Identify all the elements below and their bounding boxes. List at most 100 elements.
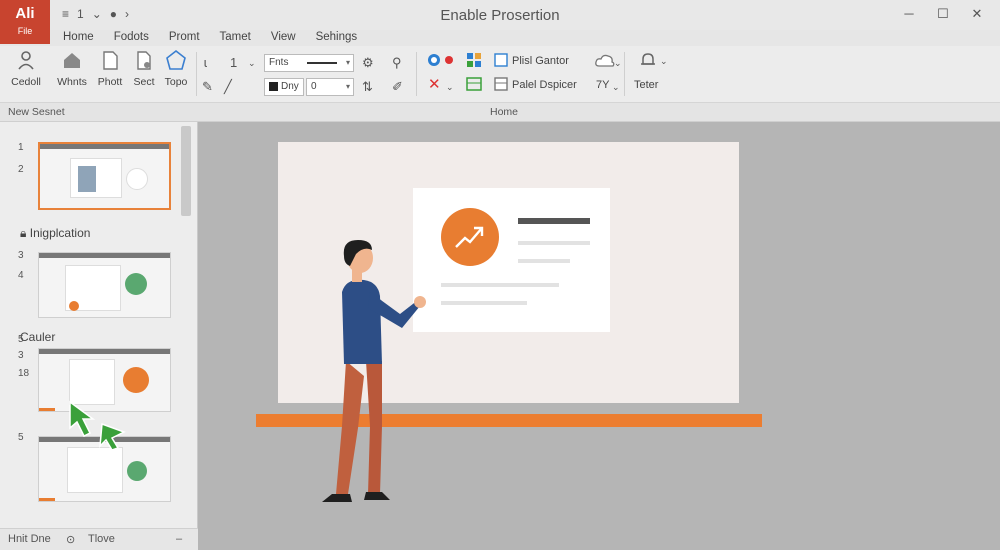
size-select[interactable]: 0 ▾ <box>306 78 354 96</box>
tab-promt[interactable]: Promt <box>161 29 208 45</box>
cloud-icon[interactable] <box>594 52 616 75</box>
seven-y-button[interactable]: 7Y <box>596 77 609 93</box>
home-icon <box>60 48 84 72</box>
panel-scrollbar[interactable] <box>181 126 191 216</box>
bell-icon[interactable] <box>638 50 658 75</box>
menu-tabs: Home Fodots Promt Tamet View Sehings <box>55 29 369 45</box>
search-icon[interactable]: ⚲ <box>392 54 402 72</box>
shape-icon <box>164 48 188 72</box>
table-icon[interactable] <box>466 76 482 97</box>
status-bar: Hnit Dne ⊙ Tlove – <box>0 528 198 550</box>
slide-number: 5 <box>18 432 24 443</box>
minimize-panel-button[interactable]: – <box>176 533 182 545</box>
whnts-label: Whnts <box>57 76 87 88</box>
trend-icon <box>441 208 499 266</box>
tab-view[interactable]: View <box>263 29 304 45</box>
picture-icon[interactable] <box>494 52 508 73</box>
grid-icon[interactable] <box>466 52 482 73</box>
window-controls: ─ ☐ ✕ <box>894 4 992 24</box>
cursor-icon <box>66 398 130 457</box>
card-heading-line <box>518 218 590 224</box>
ribbon-separator <box>416 52 417 96</box>
ribbon-group-bar: New Sesnet Home <box>0 102 1000 122</box>
chevron-down-icon[interactable]: ⌄ <box>614 54 622 72</box>
new-section-label[interactable]: New Sesnet <box>8 106 65 118</box>
replace-icon[interactable]: ⇅ <box>362 78 373 96</box>
ribbon-separator <box>196 52 197 96</box>
x-icon[interactable]: ✕ <box>428 76 441 94</box>
whnts-button[interactable]: Whnts <box>52 46 92 88</box>
chevron-down-icon[interactable]: ⌄ <box>248 54 256 72</box>
app-file-button[interactable]: Ali File <box>0 0 50 44</box>
bullet-icon[interactable]: ɩ <box>204 54 207 72</box>
card-text-line <box>518 241 590 245</box>
thumbnail-circle <box>123 367 149 393</box>
window-title: Enable Prosertion <box>440 7 560 24</box>
chevron-right-icon[interactable]: › <box>125 7 129 21</box>
cedoll-button[interactable]: Cedoll <box>6 46 46 88</box>
chevron-down-icon[interactable]: ⌄ <box>612 78 620 96</box>
thumbnail-circle <box>127 461 147 481</box>
teter-button[interactable]: Teter <box>634 77 658 93</box>
lock-icon: 🔒︎ <box>20 226 27 240</box>
thumbnail-photo <box>78 166 96 192</box>
slide-thumbnail-2[interactable] <box>38 252 171 318</box>
topo-button[interactable]: Topo <box>156 46 196 88</box>
undo-count[interactable]: 1 <box>77 7 84 21</box>
slide-number: 2 <box>18 164 24 175</box>
circle-icon[interactable] <box>426 52 442 73</box>
close-button[interactable]: ✕ <box>962 4 992 24</box>
gear-icon[interactable]: ⚙ <box>362 54 374 72</box>
thumbnail-circle <box>126 168 148 190</box>
link-icon[interactable]: ⊙ <box>66 533 75 546</box>
palel-dspicer-button[interactable]: Palel Dspicer <box>512 77 577 93</box>
cedoll-label: Cedoll <box>11 76 41 88</box>
chevron-down-icon[interactable]: ⌄ <box>446 78 454 96</box>
tab-home[interactable]: Home <box>55 29 102 45</box>
font-select[interactable]: Fnts ▾ <box>264 54 354 72</box>
fill-select[interactable]: Dny <box>264 78 304 96</box>
chevron-down-icon[interactable]: ⌄ <box>92 7 102 21</box>
ribbon-group-label: Home <box>490 106 519 118</box>
status-right[interactable]: Tlove <box>88 533 115 545</box>
record-icon[interactable] <box>444 52 454 73</box>
document-icon <box>98 48 122 72</box>
chevron-down-icon: ▾ <box>345 58 350 67</box>
user-icon <box>14 48 38 72</box>
pen-icon[interactable]: ✎ <box>202 78 213 96</box>
chevron-down-icon[interactable]: ⌄ <box>660 52 668 70</box>
tab-tamet[interactable]: Tamet <box>212 29 259 45</box>
plisl-gantor-button[interactable]: Plisl Gantor <box>512 53 569 69</box>
line-icon[interactable]: ╱ <box>224 78 232 96</box>
presenter-illustration <box>306 236 436 519</box>
page-icon <box>132 48 156 72</box>
slide-thumbnail-panel: 1 2 🔒︎ Inigplcation 3 4 Cauler 5 3 18 5 <box>0 122 198 528</box>
tab-fodots[interactable]: Fodots <box>106 29 157 45</box>
section-header[interactable]: Cauler <box>20 330 55 344</box>
font-select-value: Fnts <box>269 57 289 68</box>
section-header[interactable]: 🔒︎ Inigplcation <box>20 226 90 241</box>
count-value[interactable]: 1 <box>230 54 237 72</box>
ribbon-separator <box>624 52 625 96</box>
fill-swatch <box>269 81 278 91</box>
slide-content-card[interactable] <box>413 188 610 332</box>
status-left[interactable]: Hnit Dne <box>8 533 51 545</box>
app-badge-title: Ali <box>15 5 35 22</box>
record-icon[interactable]: ● <box>110 7 117 21</box>
tab-sehings[interactable]: Sehings <box>308 29 366 45</box>
chevron-down-icon: ▾ <box>345 82 350 91</box>
maximize-button[interactable]: ☐ <box>928 4 958 24</box>
pen-icon[interactable]: ✐ <box>392 78 403 96</box>
app-badge-file: File <box>17 26 33 36</box>
layout-icon[interactable] <box>494 76 508 97</box>
title-bar: ≡ 1 ⌄ ● › Enable Prosertion ─ ☐ ✕ <box>0 0 1000 30</box>
slide-number: 5 <box>18 334 24 345</box>
slide-canvas[interactable] <box>198 122 1000 550</box>
minimize-button[interactable]: ─ <box>894 4 924 24</box>
menu-icon[interactable]: ≡ <box>62 7 69 21</box>
slide-number: 18 <box>18 368 30 379</box>
thumbnail-circle <box>125 273 147 295</box>
fill-select-value: Dny <box>281 81 299 92</box>
slide-thumbnail-1[interactable] <box>38 142 171 210</box>
size-value: 0 <box>311 81 317 92</box>
